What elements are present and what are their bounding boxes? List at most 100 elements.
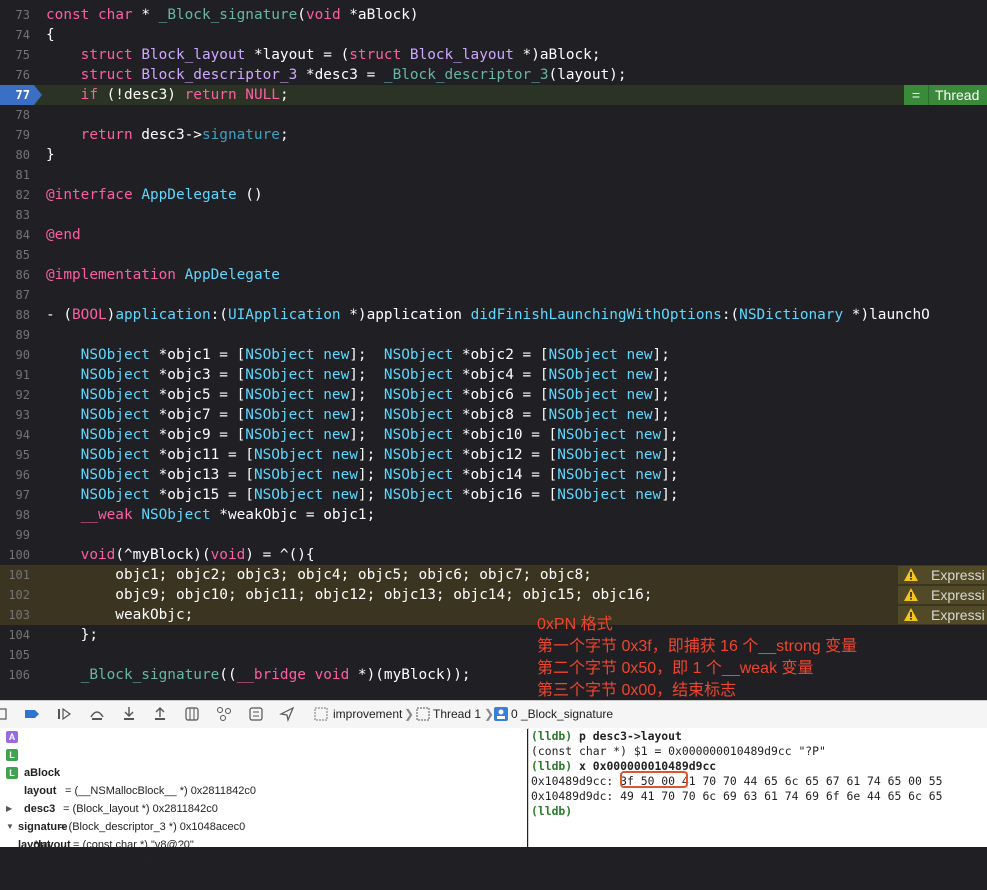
thread-indicator-badge[interactable]: = Thread	[904, 85, 987, 105]
view-hierarchy-icon[interactable]	[184, 706, 200, 722]
line-number: 80	[15, 148, 30, 162]
code-line: 79 return desc3->signature;	[0, 125, 987, 145]
code-line: 74 {	[0, 25, 987, 45]
line-number: 73	[15, 8, 30, 22]
step-over-icon[interactable]	[89, 706, 105, 722]
memory-graph-icon[interactable]	[216, 706, 232, 722]
code-text: NSObject *objc9 = [NSObject new]; NSObje…	[80, 427, 679, 443]
code-text: struct Block_descriptor_3 *desc3 = _Bloc…	[80, 67, 627, 83]
line-number: 84	[15, 228, 30, 242]
code-line: 95 NSObject *objc11 = [NSObject new]; NS…	[0, 445, 987, 465]
code-line: 98 __weak NSObject *weakObjc = objc1;	[0, 505, 987, 525]
line-number: 83	[15, 208, 30, 222]
code-line: 82 @interface AppDelegate ()	[0, 185, 987, 205]
breakpoints-toggle-icon[interactable]	[24, 706, 40, 722]
code-text: @interface AppDelegate ()	[46, 187, 263, 203]
lldb-console[interactable]: (lldb) p desc3->layout (const char *) $1…	[528, 728, 987, 847]
simulate-location-icon[interactable]	[279, 706, 295, 722]
code-line: 90 NSObject *objc1 = [NSObject new]; NSO…	[0, 345, 987, 365]
code-text: NSObject *objc13 = [NSObject new]; NSObj…	[80, 467, 679, 483]
code-line: 73 const char * _Block_signature(void *a…	[0, 5, 987, 25]
chevron-right-icon: ❯	[404, 707, 415, 721]
expression-badge-label: Expressi	[931, 567, 985, 583]
highlight-box	[620, 771, 688, 788]
line-number: 86	[15, 268, 30, 282]
line-number: 79	[15, 128, 30, 142]
warning-code-line: 101 objc1; objc2; objc3; objc4; objc5; o…	[0, 565, 987, 585]
line-number: 98	[15, 508, 30, 522]
variable-row[interactable]: ▶ signature = (const char *) "v8@?0"	[6, 782, 194, 851]
line-number: 85	[15, 248, 30, 262]
code-text: NSObject *objc7 = [NSObject new]; NSObje…	[80, 407, 670, 423]
code-text: NSObject *objc15 = [NSObject new]; NSObj…	[80, 487, 679, 503]
current-execution-line: 77 if (!desc3) return NULL; = Thread	[0, 85, 987, 105]
warning-icon	[904, 588, 918, 601]
breadcrumb-frame[interactable]: 0 _Block_signature	[511, 701, 613, 728]
code-line: 81	[0, 165, 987, 185]
environment-overrides-icon[interactable]	[248, 706, 264, 722]
line-number: 102	[8, 588, 30, 602]
debug-toolbar: improvement ❯ Thread 1 ❯ 0 _Block_signat…	[0, 700, 987, 729]
annotation-line: 第二个字节 0x50，即 1 个__weak 变量	[537, 660, 814, 677]
code-line: 75 struct Block_layout *layout = (struct…	[0, 45, 987, 65]
line-number: 101	[8, 568, 30, 582]
thread-badge-label: Thread	[935, 87, 980, 103]
lldb-prompt: (lldb)	[531, 729, 573, 743]
console-line: 0x10489d9cc: 3f 50 00 41 70 70 44 65 6c …	[531, 774, 943, 788]
variable-name: layout	[24, 785, 57, 797]
line-number: 81	[15, 168, 30, 182]
disclosure-down-icon[interactable]: ▼	[6, 818, 14, 836]
line-number: 91	[15, 368, 30, 382]
line-number: 104	[8, 628, 30, 642]
code-text: return desc3->signature;	[80, 127, 289, 143]
code-text: if (!desc3) return NULL;	[80, 87, 289, 103]
variable-value: = (const char *) "v8@?0"	[70, 839, 194, 851]
step-out-icon[interactable]	[152, 706, 168, 722]
source-editor[interactable]: 73 const char * _Block_signature(void *a…	[0, 0, 987, 700]
breadcrumb-project[interactable]: improvement	[333, 701, 402, 728]
console-command: p desc3->layout	[572, 729, 682, 743]
code-line: 99	[0, 525, 987, 545]
line-number: 76	[15, 68, 30, 82]
expression-badge-label: Expressi	[931, 587, 985, 603]
code-text: }	[46, 147, 55, 163]
step-into-icon[interactable]	[121, 706, 137, 722]
variable-row[interactable]: L desc3 = (Block_descriptor_3 *) 0x1048a…	[6, 764, 245, 833]
lldb-prompt[interactable]: (lldb)	[531, 804, 572, 819]
expression-warning-badge[interactable]: Expressi	[898, 566, 987, 584]
expression-warning-badge[interactable]: Expressi	[898, 586, 987, 604]
expression-warning-badge[interactable]: Expressi	[898, 606, 987, 624]
code-text: objc9; objc10; objc11; objc12; objc13; o…	[46, 587, 653, 603]
line-number: 89	[15, 328, 30, 342]
console-line: (lldb) p desc3->layout	[531, 729, 682, 744]
toggle-panel-icon[interactable]	[0, 706, 8, 722]
thread-icon	[416, 707, 430, 721]
variable-row[interactable]: ▼ layout = (const char *) "?P"	[6, 800, 154, 869]
code-line: 78	[0, 105, 987, 125]
expression-badge-label: Expressi	[931, 607, 985, 623]
variable-value: = (Block_layout *) 0x2811842c0	[60, 803, 218, 815]
breadcrumb-thread[interactable]: Thread 1	[433, 701, 481, 728]
code-text: NSObject *objc11 = [NSObject new]; NSObj…	[80, 447, 679, 463]
variable-row[interactable]: L layout = (Block_layout *) 0x2811842c0	[6, 746, 218, 815]
code-line: 93 NSObject *objc7 = [NSObject new]; NSO…	[0, 405, 987, 425]
code-text: objc1; objc2; objc3; objc4; objc5; objc6…	[46, 567, 592, 583]
project-icon	[314, 707, 328, 721]
line-number: 95	[15, 448, 30, 462]
line-number: 94	[15, 428, 30, 442]
variable-name: desc3	[24, 803, 56, 815]
variables-view[interactable]: A aBlock = (__NSMallocBlock__ *) 0x28118…	[0, 728, 527, 869]
line-number: 93	[15, 408, 30, 422]
continue-icon[interactable]	[56, 706, 72, 722]
code-text: const char * _Block_signature(void *aBlo…	[46, 7, 419, 23]
variable-name: *layout	[34, 839, 71, 851]
code-line: 89	[0, 325, 987, 345]
stack-frame-icon	[494, 707, 508, 721]
variable-row[interactable]: A aBlock = (__NSMallocBlock__ *) 0x28118…	[6, 728, 256, 797]
code-text: weakObjc;	[46, 607, 194, 623]
variable-value: = (Block_descriptor_3 *) 0x1048acec0	[56, 821, 246, 833]
warning-code-line: 103 weakObjc; Expressi	[0, 605, 987, 625]
code-line: 86 @implementation AppDelegate	[0, 265, 987, 285]
code-text: };	[46, 627, 98, 643]
variable-row[interactable]: *layout = (const char) '?'	[34, 818, 158, 869]
